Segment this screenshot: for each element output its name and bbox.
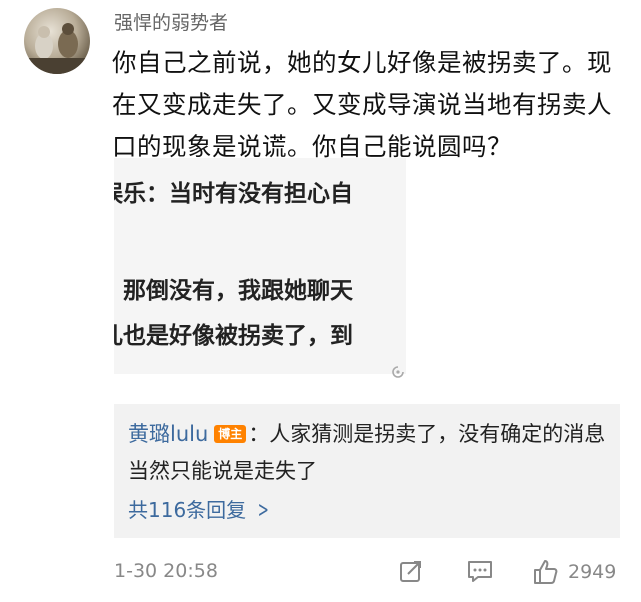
like-button[interactable]: 2949 — [532, 558, 616, 586]
attached-screenshot[interactable]: 娱乐：当时有没有担心自 ：那倒没有，我跟她聊天 儿也是好像被拐卖了，到 — [114, 158, 406, 374]
watermark-icon — [392, 366, 404, 378]
reply-box[interactable]: 黄璐lulu 博主 ：人家猜测是拐卖了，没有确定的消息当然只能说是走失了 共116条… — [114, 404, 620, 538]
avatar[interactable] — [24, 8, 90, 74]
view-replies-label: 共116条回复 — [128, 498, 247, 522]
view-replies-link[interactable]: 共116条回复 > — [128, 494, 273, 523]
avatar-photo-icon — [24, 23, 90, 74]
comment-text: 你自己之前说，她的女儿好像是被拐卖了。现在又变成走失了。又变成导演说当地有拐卖人… — [112, 48, 612, 161]
screenshot-line-3: 儿也是好像被拐卖了，到 — [114, 323, 353, 349]
username[interactable]: 强悍的弱势者 — [114, 8, 228, 35]
timestamp: 1-30 20:58 — [114, 560, 218, 582]
repost-icon — [400, 561, 421, 582]
screenshot-line-2: ：那倒没有，我跟她聊天 — [114, 278, 353, 304]
chevron-right-icon: > — [257, 498, 269, 523]
thumbs-up-icon — [534, 560, 558, 584]
comment-icon — [468, 561, 492, 582]
reply-content: 黄璐lulu 博主 ：人家猜测是拐卖了，没有确定的消息当然只能说是走失了 — [128, 416, 606, 490]
screenshot-line-1: 娱乐：当时有没有担心自 — [114, 181, 353, 207]
blogger-badge: 博主 — [214, 425, 247, 443]
reply-author[interactable]: 黄璐lulu — [128, 422, 208, 446]
like-count: 2949 — [568, 561, 617, 583]
repost-button[interactable] — [398, 558, 424, 584]
comment-button[interactable] — [466, 558, 494, 584]
